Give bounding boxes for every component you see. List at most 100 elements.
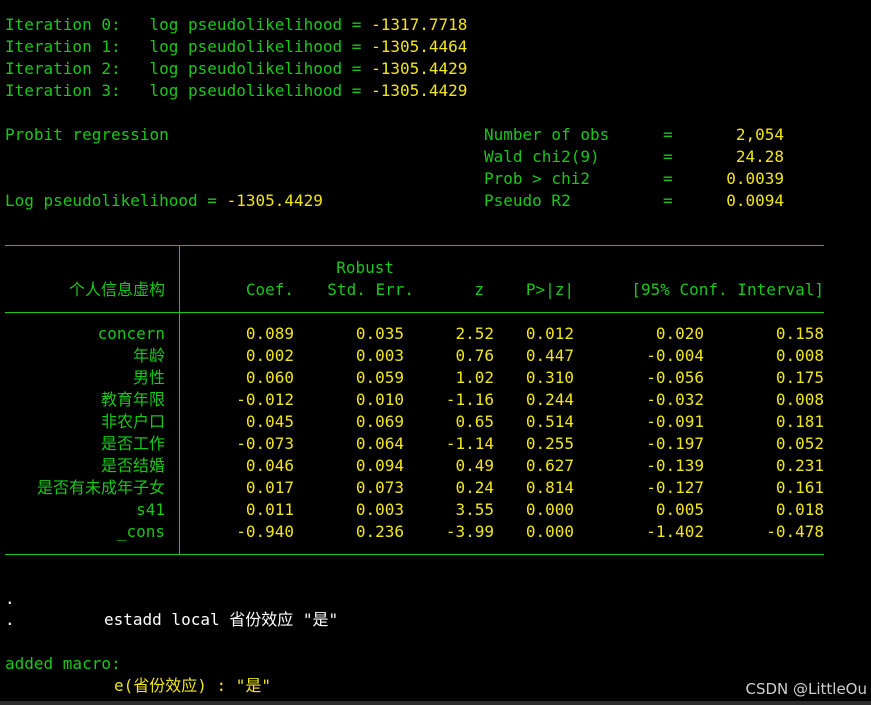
stat-label: Wald chi2(9): [484, 147, 600, 166]
row-p: 0.447: [525, 346, 574, 365]
row-ci-low: -0.056: [646, 368, 704, 387]
col-header-z: z: [474, 280, 484, 299]
depvar-label: 个人信息虚构: [68, 280, 165, 299]
model-title: Probit regression: [5, 125, 169, 144]
stat-label: Number of obs: [484, 125, 610, 144]
robust-header: Robust: [336, 258, 394, 277]
row-p: 0.244: [525, 390, 574, 409]
row-coef: -0.073: [236, 434, 294, 453]
row-coef: 0.060: [245, 368, 294, 387]
row-p: 0.000: [525, 500, 574, 519]
row-variable: _cons: [116, 522, 165, 541]
watermark: CSDN @LittleOu: [745, 680, 867, 698]
row-variable: s41: [136, 500, 165, 519]
row-coef: 0.046: [245, 456, 294, 475]
row-p: 0.255: [525, 434, 574, 453]
iteration-line: Iteration 2: log pseudolikelihood = -130…: [5, 59, 468, 78]
row-coef: -0.940: [236, 522, 294, 541]
stat-value: 24.28: [735, 147, 784, 166]
row-ci-high: 0.161: [775, 478, 824, 497]
command-prompt-dot: .: [5, 589, 15, 608]
row-ci-high: -0.478: [766, 522, 824, 541]
row-p: 0.814: [525, 478, 574, 497]
row-ci-low: -0.091: [646, 412, 704, 431]
row-ci-low: -0.197: [646, 434, 704, 453]
table-row: 年龄 0.002 0.003 0.76 0.447 -0.004 0.008: [0, 345, 871, 367]
row-p: 0.310: [525, 368, 574, 387]
row-p: 0.000: [525, 522, 574, 541]
row-ci-low: -1.402: [646, 522, 704, 541]
row-se: 0.003: [355, 346, 404, 365]
table-row: 教育年限 -0.012 0.010 -1.16 0.244 -0.032 0.0…: [0, 389, 871, 411]
row-z: -1.16: [445, 390, 494, 409]
row-ci-high: 0.008: [775, 346, 824, 365]
model-loglik: Log pseudolikelihood = -1305.4429: [5, 191, 323, 210]
row-z: 0.65: [455, 412, 494, 431]
row-coef: 0.045: [245, 412, 294, 431]
row-ci-high: 0.181: [775, 412, 824, 431]
row-p: 0.514: [525, 412, 574, 431]
stat-eq: =: [663, 125, 673, 144]
iteration-line: Iteration 3: log pseudolikelihood = -130…: [5, 81, 468, 100]
stat-eq: =: [663, 147, 673, 166]
row-z: 0.76: [455, 346, 494, 365]
table-bottom-rule: [5, 554, 824, 555]
row-ci-low: 0.005: [655, 500, 704, 519]
stat-eq: =: [663, 191, 673, 210]
iteration-line: Iteration 1: log pseudolikelihood = -130…: [5, 37, 468, 56]
stat-value: 2,054: [735, 125, 784, 144]
row-z: 3.55: [455, 500, 494, 519]
row-variable: 年龄: [132, 346, 165, 365]
row-coef: -0.012: [236, 390, 294, 409]
stat-value: 0.0039: [726, 169, 784, 188]
command-line: estadd local 省份效应 "是": [104, 610, 339, 629]
table-row: s41 0.011 0.003 3.55 0.000 0.005 0.018: [0, 499, 871, 521]
window-bottom-edge: [0, 701, 871, 705]
row-variable: concern: [97, 324, 165, 343]
row-se: 0.010: [355, 390, 404, 409]
row-ci-high: 0.175: [775, 368, 824, 387]
table-row: 是否工作 -0.073 0.064 -1.14 0.255 -0.197 0.0…: [0, 433, 871, 455]
row-se: 0.035: [355, 324, 404, 343]
row-ci-low: -0.139: [646, 456, 704, 475]
row-variable: 是否有未成年子女: [36, 478, 165, 497]
table-top-rule: [5, 245, 824, 246]
table-row: 是否结婚 0.046 0.094 0.49 0.627 -0.139 0.231: [0, 455, 871, 477]
table-row: 非农户口 0.045 0.069 0.65 0.514 -0.091 0.181: [0, 411, 871, 433]
row-ci-high: 0.008: [775, 390, 824, 409]
row-se: 0.003: [355, 500, 404, 519]
row-se: 0.064: [355, 434, 404, 453]
added-macro-label: added macro:: [5, 654, 121, 673]
command-prompt-dot: .: [5, 610, 15, 629]
iteration-line: Iteration 0: log pseudolikelihood = -131…: [5, 15, 468, 34]
stat-label: Prob > chi2: [484, 169, 590, 188]
row-ci-high: 0.158: [775, 324, 824, 343]
row-ci-low: -0.032: [646, 390, 704, 409]
row-z: -3.99: [445, 522, 494, 541]
row-coef: 0.089: [245, 324, 294, 343]
row-z: 0.49: [455, 456, 494, 475]
row-se: 0.069: [355, 412, 404, 431]
table-row: 是否有未成年子女 0.017 0.073 0.24 0.814 -0.127 0…: [0, 477, 871, 499]
row-se: 0.094: [355, 456, 404, 475]
col-header-coef: Coef.: [245, 280, 294, 299]
stat-eq: =: [663, 169, 673, 188]
col-header-p: P>|z|: [525, 280, 574, 299]
row-ci-high: 0.052: [775, 434, 824, 453]
row-p: 0.627: [525, 456, 574, 475]
row-se: 0.059: [355, 368, 404, 387]
stat-label: Pseudo R2: [484, 191, 571, 210]
stat-value: 0.0094: [726, 191, 784, 210]
row-coef: 0.002: [245, 346, 294, 365]
row-p: 0.012: [525, 324, 574, 343]
row-z: -1.14: [445, 434, 494, 453]
row-variable: 是否工作: [100, 434, 165, 453]
col-header-se: Std. Err.: [327, 280, 414, 299]
row-ci-low: 0.020: [655, 324, 704, 343]
row-ci-high: 0.018: [775, 500, 824, 519]
row-z: 2.52: [455, 324, 494, 343]
row-variable: 是否结婚: [100, 456, 165, 475]
table-row: 男性 0.060 0.059 1.02 0.310 -0.056 0.175: [0, 367, 871, 389]
row-variable: 男性: [132, 368, 165, 387]
row-coef: 0.011: [245, 500, 294, 519]
